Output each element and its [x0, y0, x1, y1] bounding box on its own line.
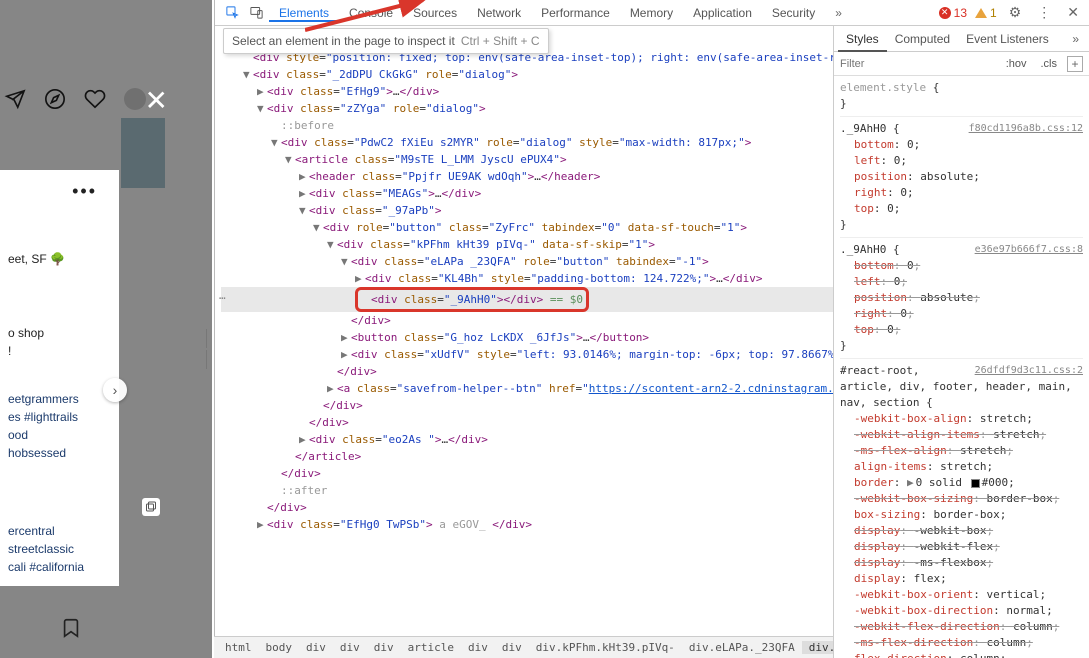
tree-node[interactable]: ▶<div class="eo2As ">…</div> — [221, 431, 833, 448]
devtools: ElementsConsoleSourcesNetworkPerformance… — [214, 0, 1089, 658]
sidebar-tabs-overflow[interactable]: » — [1066, 32, 1085, 46]
sidebar-tab-styles[interactable]: Styles — [838, 26, 887, 52]
breadcrumb-item[interactable]: html — [218, 641, 259, 654]
bookmark-icon[interactable] — [60, 617, 82, 642]
caption-line: o shop — [8, 324, 111, 342]
css-rule[interactable]: element.style {} — [840, 80, 1083, 117]
post-card: ••• eet, SF 🌳 o shop ! eetgrammers es #l… — [0, 170, 119, 586]
devtools-tab-performance[interactable]: Performance — [531, 6, 620, 20]
breadcrumb-item[interactable]: div — [367, 641, 401, 654]
next-button[interactable]: › — [103, 378, 127, 402]
styles-filter-row: :hov .cls + — [834, 52, 1089, 76]
sidebar-tab-event-listeners[interactable]: Event Listeners — [958, 26, 1057, 52]
more-icon[interactable]: ••• — [72, 178, 97, 205]
inspect-tooltip: Select an element in the page to inspect… — [223, 28, 549, 54]
tree-node[interactable]: </article> — [221, 448, 833, 465]
tree-node[interactable]: ▶<header class="Ppjfr UE9AK wdOqh">…</he… — [221, 168, 833, 185]
tree-node[interactable]: ▶<a class="savefrom-helper--btn" href="h… — [221, 380, 833, 397]
elements-breadcrumb[interactable]: htmlbodydivdivdivarticledivdivdiv.kPFhm.… — [214, 636, 833, 658]
tree-node[interactable]: ▶<div class="EfHg9">…</div> — [221, 83, 833, 100]
devtools-tab-console[interactable]: Console — [339, 6, 403, 20]
tree-node[interactable]: ▶<div class="xUdfV" style="left: 93.0146… — [221, 346, 833, 363]
tree-node[interactable]: ::before — [221, 117, 833, 134]
tree-node[interactable]: ::after — [221, 482, 833, 499]
tree-node[interactable]: ▼<div role="button" class="ZyFrc" tabind… — [221, 219, 833, 236]
kebab-menu-icon[interactable]: ⋮ — [1033, 4, 1055, 21]
source-file-link[interactable]: e36e97b666f7.css:8 — [975, 242, 1083, 258]
tree-node[interactable]: ▶<div class="MEAGs">…</div> — [221, 185, 833, 202]
tree-node[interactable]: ▶<div class="KL4Bh" style="padding-botto… — [221, 270, 833, 287]
tree-node[interactable]: </div> — [221, 465, 833, 482]
tree-node[interactable]: ▼<div class="PdwC2 fXiEu s2MYR" role="di… — [221, 134, 833, 151]
tree-node[interactable]: </div> — [221, 414, 833, 431]
breadcrumb-item[interactable]: div — [299, 641, 333, 654]
devtools-tab-application[interactable]: Application — [683, 6, 762, 20]
styles-sidebar: StylesComputedEvent Listeners » :hov .cls… — [833, 26, 1089, 658]
photo-thumbnail — [121, 118, 165, 188]
breadcrumb-item[interactable]: body — [259, 641, 300, 654]
hov-toggle[interactable]: :hov — [1002, 57, 1031, 71]
breadcrumb-item[interactable]: div — [333, 641, 367, 654]
styles-filter-input[interactable] — [840, 58, 996, 70]
cls-toggle[interactable]: .cls — [1037, 57, 1062, 71]
warning-counter[interactable]: 1 — [975, 6, 997, 20]
breadcrumb-item[interactable]: article — [401, 641, 461, 654]
elements-tree[interactable]: script-true--><avascript>/\/script><div … — [215, 26, 833, 658]
devtools-tab-elements[interactable]: Elements — [269, 6, 339, 22]
inspect-element-button[interactable] — [221, 2, 243, 24]
hashtags[interactable]: ercentral streetclassic cali #california — [8, 522, 111, 576]
caption-line: ! — [8, 342, 111, 360]
device-toolbar-button[interactable] — [245, 2, 267, 24]
devtools-tab-memory[interactable]: Memory — [620, 6, 683, 20]
tree-node[interactable]: </div> — [221, 363, 833, 380]
devtools-tab-sources[interactable]: Sources — [403, 6, 467, 20]
tree-node[interactable]: ▼<div class="_97aPb"> — [221, 202, 833, 219]
tree-node[interactable]: </div> — [221, 397, 833, 414]
pane-splitter[interactable] — [202, 329, 210, 369]
hashtags[interactable]: eetgrammers es #lighttrails ood hobsesse… — [8, 390, 111, 462]
settings-icon[interactable]: ⚙ — [1005, 4, 1026, 21]
breadcrumb-item[interactable]: div.kPFhm.kHt39.pIVq- — [529, 641, 682, 654]
error-counter[interactable]: ✕13 — [939, 6, 967, 20]
breadcrumb-item[interactable]: div — [461, 641, 495, 654]
styles-rules[interactable]: element.style {} f80cd1196a8b.css:12._9Ah… — [834, 76, 1089, 658]
close-devtools-icon[interactable]: ✕ — [1063, 4, 1083, 21]
tree-node[interactable]: ▼<div class="kPFhm kHt39 pIVq-" data-sf-… — [221, 236, 833, 253]
devtools-tab-network[interactable]: Network — [467, 6, 531, 20]
sidebar-tab-computed[interactable]: Computed — [887, 26, 958, 52]
tree-node[interactable]: ▼<div class="_2dDPU CkGkG" role="dialog"… — [221, 66, 833, 83]
breadcrumb-item[interactable]: div._9AhH0 — [802, 641, 833, 654]
carousel-icon — [142, 498, 160, 516]
tree-node[interactable]: ▼<article class="M9sTE L_LMM JyscU ePUX4… — [221, 151, 833, 168]
tree-node[interactable]: </div> — [221, 312, 833, 329]
tree-node[interactable]: </div> — [221, 499, 833, 516]
css-rule[interactable]: e36e97b666f7.css:8._9AhH0 {bottom: 0;lef… — [840, 242, 1083, 359]
breadcrumb-item[interactable]: div — [495, 641, 529, 654]
tree-node[interactable]: ▶<div class="EfHg0 TwPSb"> a eGOV_ </div… — [221, 516, 833, 533]
sidebar-tabs: StylesComputedEvent Listeners » — [834, 26, 1089, 52]
tree-node[interactable]: ▼<div class="zZYga" role="dialog"> — [221, 100, 833, 117]
devtools-tabbar: ElementsConsoleSourcesNetworkPerformance… — [215, 0, 1089, 26]
tree-node[interactable]: ▼<div class="eLAPa _23QFA" role="button"… — [221, 253, 833, 270]
source-file-link[interactable]: 26dfdf9d3c11.css:2 — [975, 363, 1083, 379]
source-file-link[interactable]: f80cd1196a8b.css:12 — [969, 121, 1083, 137]
breadcrumb-item[interactable]: div.eLAPa._23QFA — [682, 641, 802, 654]
new-style-rule-button[interactable]: + — [1067, 56, 1083, 72]
close-icon[interactable]: ✕ — [145, 84, 168, 117]
css-rule[interactable]: f80cd1196a8b.css:12._9AhH0 {bottom: 0;le… — [840, 121, 1083, 238]
css-rule[interactable]: 26dfdf9d3c11.css:2#react-root,article, d… — [840, 363, 1083, 658]
tabs-overflow[interactable]: » — [827, 6, 850, 20]
tree-node[interactable]: ▶<button class="G_hoz LcKDX _6JfJs">…</b… — [221, 329, 833, 346]
location-text: eet, SF — [8, 252, 47, 266]
devtools-tab-security[interactable]: Security — [762, 6, 825, 20]
tree-node[interactable]: …<div class="_9AhH0"></div> == $0 — [221, 287, 833, 312]
webpage-preview: ✕ ••• eet, SF 🌳 o shop ! eetgrammers es … — [0, 0, 212, 658]
